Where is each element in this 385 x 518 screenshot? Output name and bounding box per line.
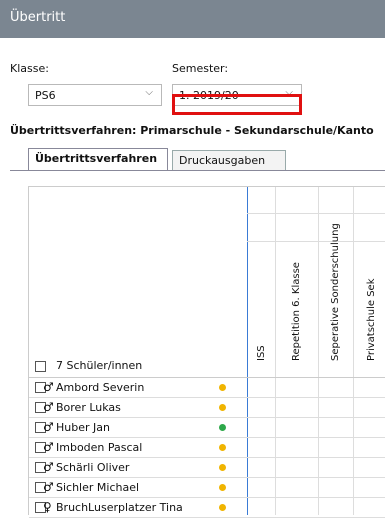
klasse-label: Klasse: — [10, 62, 49, 75]
student-name: Schärli Oliver — [56, 461, 130, 474]
column-header-repetition: Repetition 6. Klasse — [282, 245, 310, 365]
student-name: Huber Jan — [56, 421, 110, 434]
klasse-select[interactable]: PS6 ⌵ — [28, 84, 162, 106]
column-header-sonderschulung: Seperative Sonderschulung — [321, 223, 349, 365]
title-bar: Übertritt — [0, 0, 385, 38]
column-header-privatschule: Privatschule Sek — [357, 245, 385, 365]
student-name: Sichler Michael — [56, 481, 140, 494]
student-name: BruchLuserplatzer Tina — [56, 501, 183, 514]
tab-druckausgaben[interactable]: Druckausgaben — [172, 150, 286, 170]
select-all-checkbox[interactable] — [35, 361, 46, 372]
student-name: Imboden Pascal — [56, 441, 143, 454]
tab-divider — [10, 170, 385, 171]
status-dot — [219, 384, 226, 391]
male-icon: ♂ — [43, 380, 54, 394]
male-icon: ♂ — [43, 440, 54, 454]
header-divider — [247, 241, 385, 242]
student-table: ISS Repetition 6. Klasse Seperative Sond… — [28, 186, 385, 518]
table-row[interactable]: ♀ BruchLuserplatzer Tina — [29, 498, 385, 518]
table-row[interactable]: ♂ Huber Jan — [29, 418, 385, 438]
table-row[interactable]: ♂ Sichler Michael — [29, 478, 385, 498]
status-dot — [219, 404, 226, 411]
status-dot — [219, 444, 226, 451]
status-dot — [219, 464, 226, 471]
male-icon: ♂ — [43, 480, 54, 494]
student-name: Borer Lukas — [56, 401, 121, 414]
header-divider — [247, 213, 385, 214]
klasse-value: PS6 — [35, 89, 56, 102]
status-dot — [219, 424, 226, 431]
status-dot — [219, 504, 226, 511]
student-name: Ambord Severin — [56, 381, 145, 394]
student-count: 7 Schüler/innen — [56, 359, 143, 372]
male-icon: ♂ — [43, 460, 54, 474]
table-row[interactable]: ♂ Schärli Oliver — [29, 458, 385, 478]
column-label: Repetition 6. Klasse — [291, 262, 302, 361]
chevron-down-icon: ⌵ — [145, 87, 153, 98]
male-icon: ♂ — [43, 400, 54, 414]
column-label: ISS — [256, 345, 267, 361]
table-row[interactable]: ♂ Imboden Pascal — [29, 438, 385, 458]
column-label: Privatschule Sek — [366, 278, 377, 362]
tab-uebertrittsverfahren[interactable]: Übertrittsverfahren — [28, 148, 168, 170]
semester-label: Semester: — [172, 62, 229, 75]
status-dot — [219, 484, 226, 491]
table-row[interactable]: ♂ Borer Lukas — [29, 398, 385, 418]
table-row[interactable]: ♂ Ambord Severin — [29, 378, 385, 398]
female-icon: ♀ — [43, 500, 52, 514]
column-label: Seperative Sonderschulung — [330, 223, 341, 361]
window-title: Übertritt — [10, 10, 66, 25]
column-header-iss: ISS — [247, 245, 275, 365]
male-icon: ♂ — [43, 420, 54, 434]
procedure-title: Übertrittsverfahren: Primarschule - Seku… — [10, 124, 374, 137]
highlight-box — [172, 94, 302, 115]
